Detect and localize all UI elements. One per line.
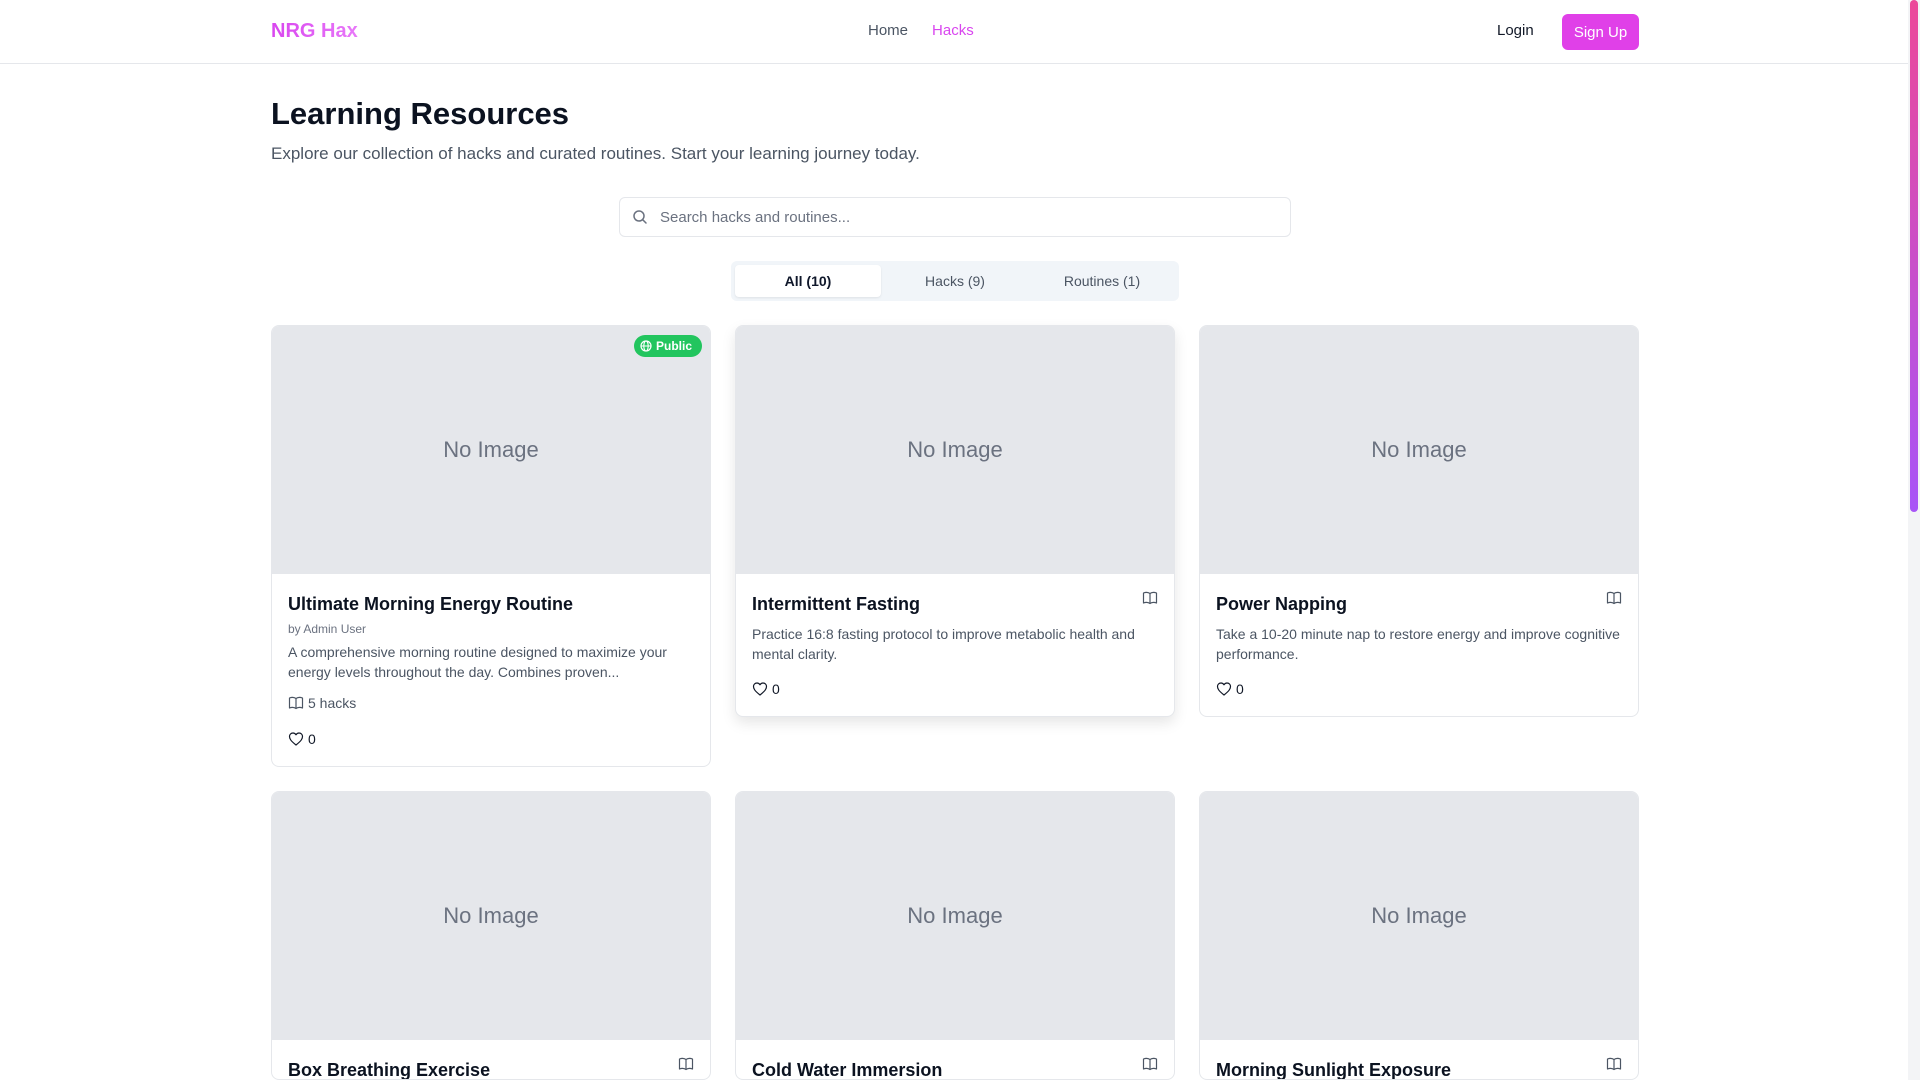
heart-icon bbox=[288, 731, 304, 747]
globe-icon bbox=[640, 340, 652, 352]
search-input[interactable] bbox=[660, 198, 1280, 236]
tab-routines[interactable]: Routines (1) bbox=[1029, 265, 1175, 297]
book-icon[interactable] bbox=[678, 1056, 694, 1072]
book-icon bbox=[288, 695, 304, 711]
top-navigation-bar: NRG Hax Home Hacks Login Sign Up bbox=[0, 0, 1908, 64]
login-link[interactable]: Login bbox=[1497, 22, 1534, 39]
hack-card[interactable]: No Image Cold Water Immersion bbox=[735, 791, 1175, 1080]
card-title: Ultimate Morning Energy Routine bbox=[288, 594, 574, 614]
nav-home[interactable]: Home bbox=[868, 22, 908, 39]
tab-all[interactable]: All (10) bbox=[735, 265, 881, 297]
card-description: Practice 16:8 fasting protocol to improv… bbox=[752, 626, 1135, 662]
like-count: 0 bbox=[772, 681, 780, 697]
card-description: Take a 10-20 minute nap to restore energ… bbox=[1216, 626, 1620, 662]
card-description: A comprehensive morning routine designed… bbox=[288, 644, 667, 680]
heart-icon bbox=[752, 681, 768, 697]
search-box bbox=[619, 197, 1291, 237]
filter-tabs: All (10) Hacks (9) Routines (1) bbox=[731, 261, 1179, 301]
book-icon[interactable] bbox=[1606, 590, 1622, 606]
hack-card[interactable]: No Image Intermittent Fasting Practice 1… bbox=[735, 325, 1175, 717]
routine-card[interactable]: No Image Public Ultimate Morning Energy … bbox=[271, 325, 711, 767]
page-title: Learning Resources bbox=[271, 96, 570, 131]
card-title: Box Breathing Exercise bbox=[288, 1060, 491, 1080]
hack-card[interactable]: No Image Box Breathing Exercise bbox=[271, 791, 711, 1080]
public-badge: Public bbox=[633, 335, 702, 357]
card-title: Power Napping bbox=[1216, 594, 1348, 614]
search-icon bbox=[632, 209, 648, 225]
card-image-placeholder: No Image bbox=[1200, 326, 1638, 574]
card-image-placeholder: No Image bbox=[272, 792, 710, 1040]
card-image-placeholder: No Image bbox=[1200, 792, 1638, 1040]
badge-label: Public bbox=[655, 339, 692, 353]
brand-logo[interactable]: NRG Hax bbox=[271, 20, 358, 43]
card-title: Cold Water Immersion bbox=[752, 1060, 943, 1080]
card-title: Morning Sunlight Exposure bbox=[1216, 1060, 1451, 1080]
like-button[interactable]: 0 bbox=[288, 731, 316, 747]
nav-hacks[interactable]: Hacks bbox=[932, 22, 974, 39]
like-button[interactable]: 0 bbox=[1216, 681, 1244, 697]
tab-hacks[interactable]: Hacks (9) bbox=[882, 265, 1028, 297]
card-image-placeholder: No Image bbox=[736, 326, 1174, 574]
hack-card[interactable]: No Image Power Napping Take a 10-20 minu… bbox=[1199, 325, 1639, 717]
page-scrollbar[interactable] bbox=[1908, 0, 1920, 1080]
card-image-placeholder: No Image bbox=[736, 792, 1174, 1040]
main-nav: Home Hacks bbox=[868, 22, 974, 39]
book-icon[interactable] bbox=[1142, 590, 1158, 606]
page-subtitle: Explore our collection of hacks and cura… bbox=[271, 144, 920, 163]
hacks-count: 5 hacks bbox=[288, 695, 356, 711]
card-image-placeholder: No Image bbox=[272, 326, 710, 574]
like-button[interactable]: 0 bbox=[752, 681, 780, 697]
scrollbar-thumb[interactable] bbox=[1910, 0, 1918, 512]
hack-card[interactable]: No Image Morning Sunlight Exposure bbox=[1199, 791, 1639, 1080]
book-icon[interactable] bbox=[1606, 1056, 1622, 1072]
like-count: 0 bbox=[1236, 681, 1244, 697]
book-icon[interactable] bbox=[1142, 1056, 1158, 1072]
card-title: Intermittent Fasting bbox=[752, 594, 921, 614]
hacks-count-label: 5 hacks bbox=[308, 695, 357, 711]
signup-button[interactable]: Sign Up bbox=[1562, 14, 1639, 50]
card-author: by Admin User bbox=[288, 622, 367, 636]
heart-icon bbox=[1216, 681, 1232, 697]
like-count: 0 bbox=[308, 731, 316, 747]
